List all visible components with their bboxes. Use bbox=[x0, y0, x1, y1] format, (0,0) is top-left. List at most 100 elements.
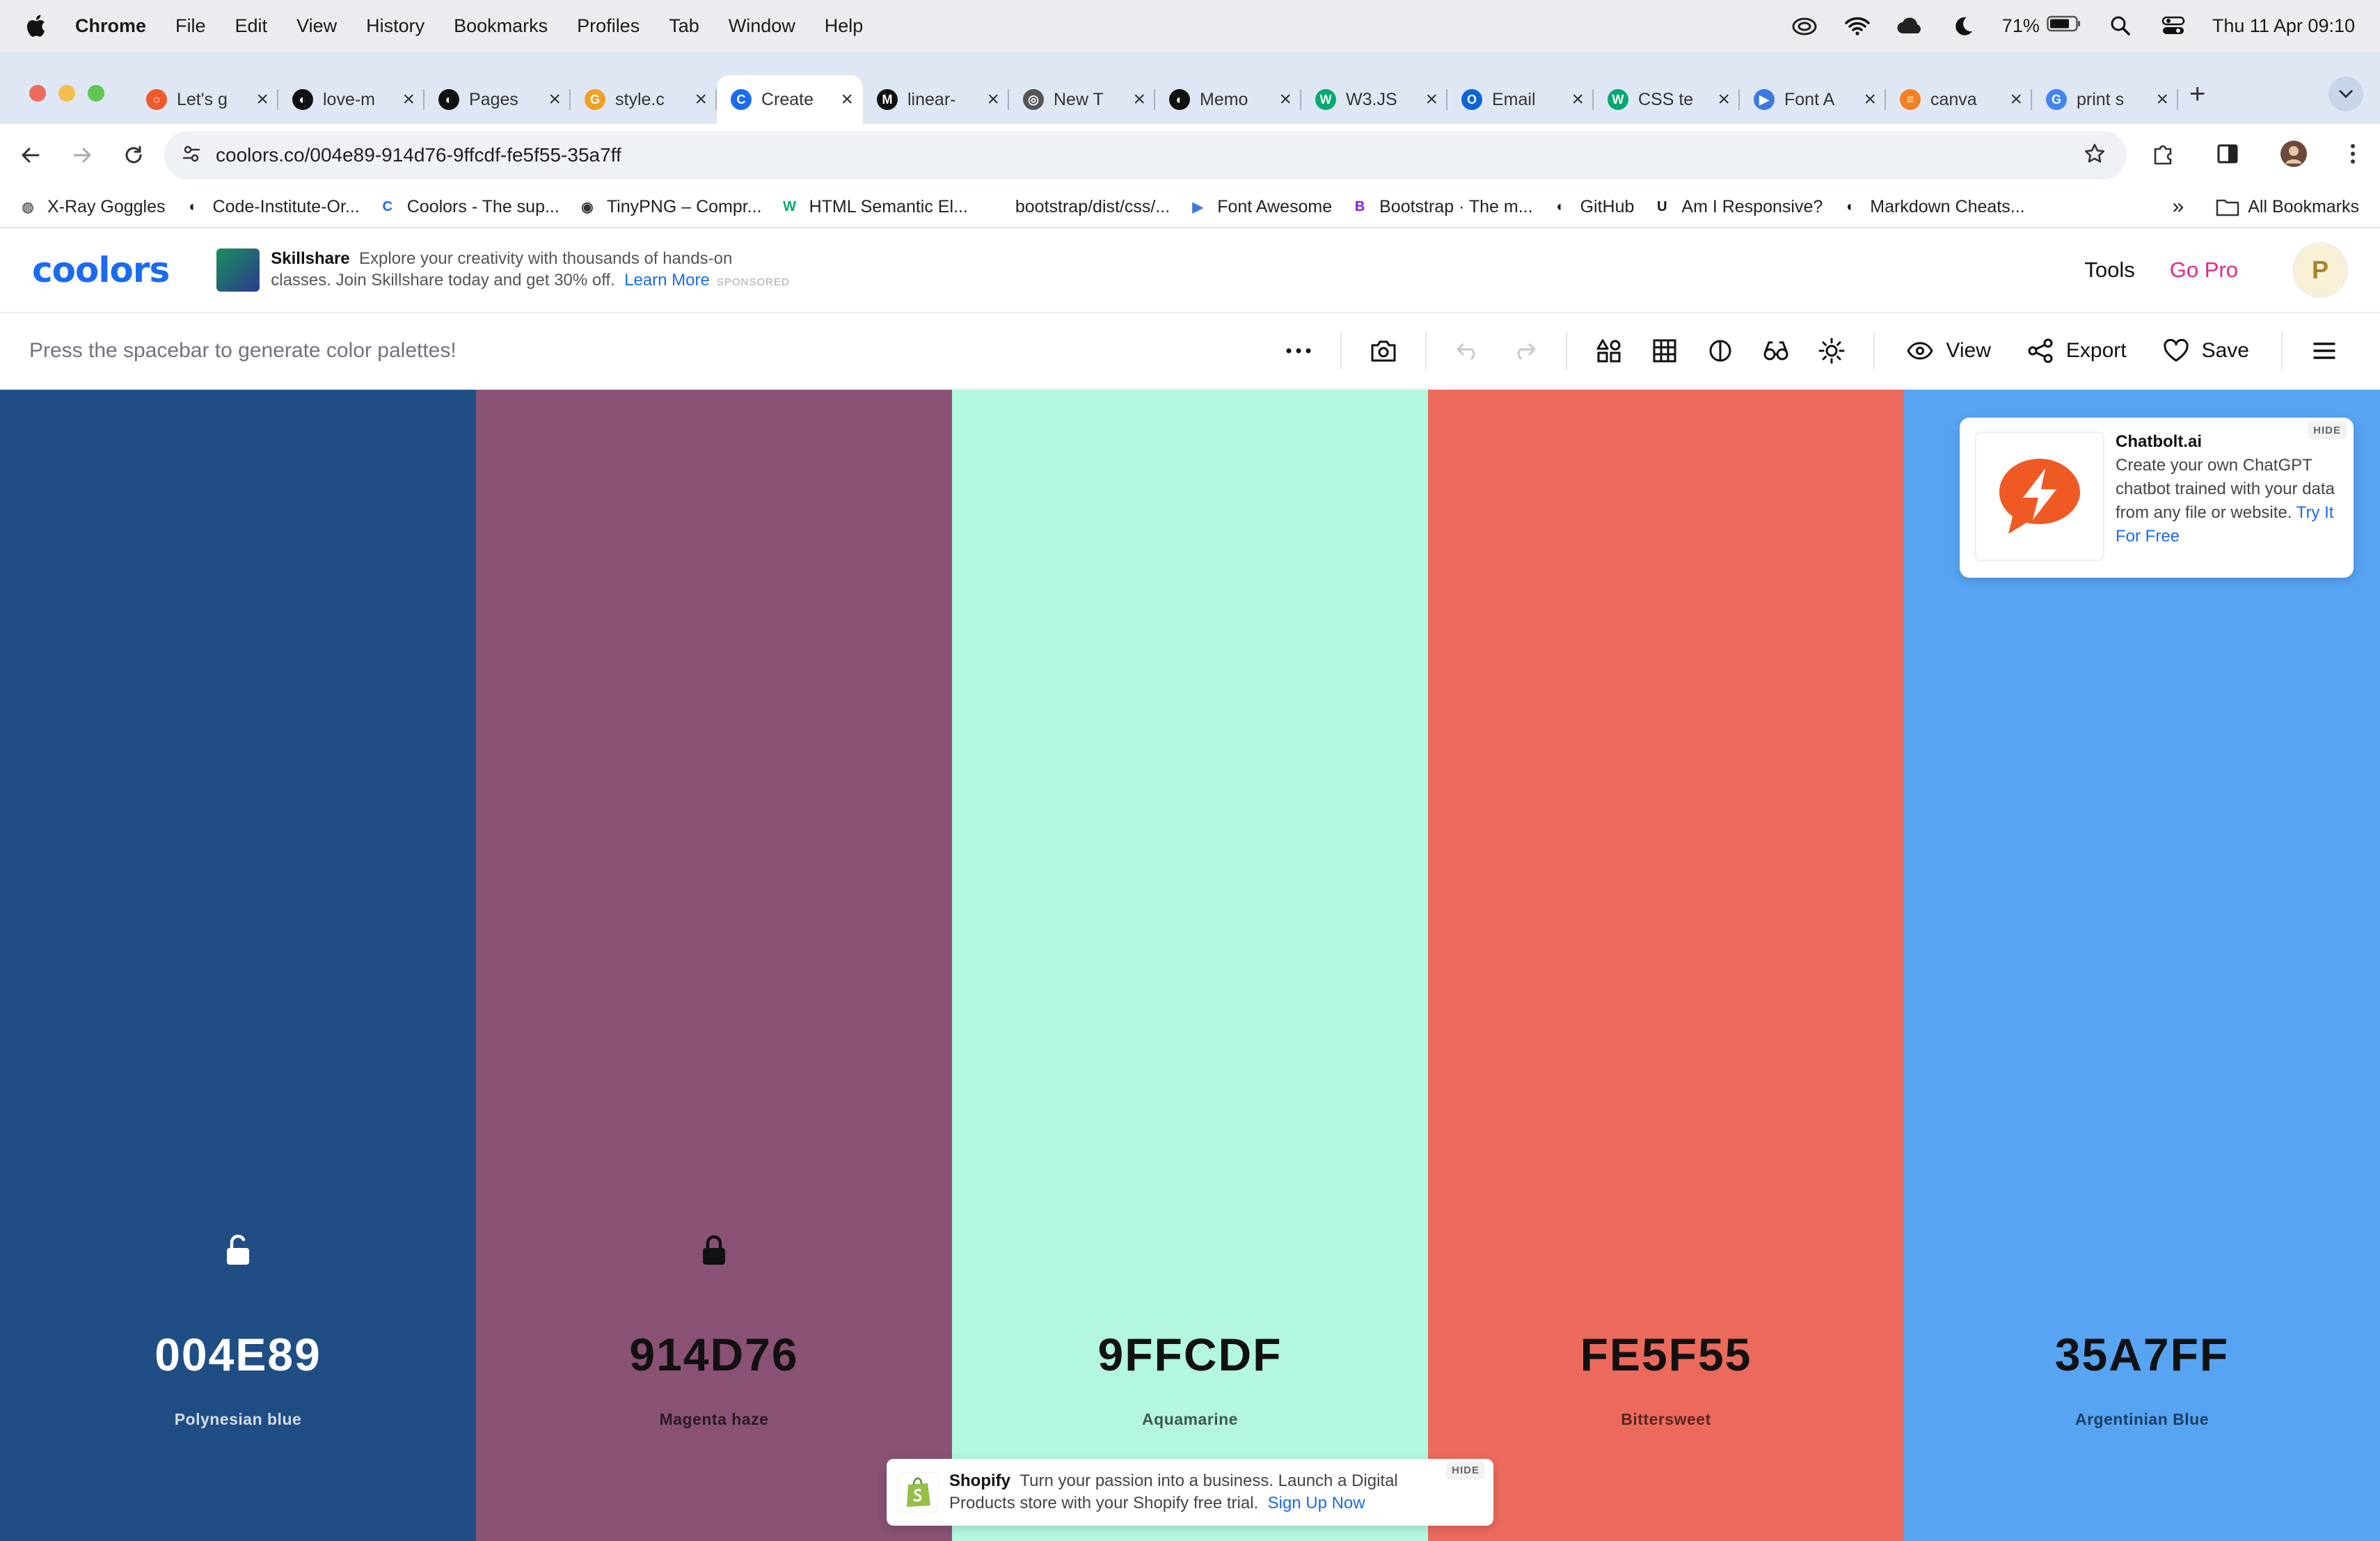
unlock-icon[interactable] bbox=[224, 1234, 252, 1270]
zoom-window-button[interactable] bbox=[88, 85, 104, 102]
chatbolt-hide-button[interactable]: HIDE bbox=[2308, 422, 2347, 439]
chrome-menu-icon[interactable] bbox=[2349, 143, 2356, 168]
bookmark-item[interactable]: ◉ TinyPNG – Compr... bbox=[578, 197, 761, 217]
close-tab-icon[interactable]: × bbox=[1425, 88, 1438, 111]
close-tab-icon[interactable]: × bbox=[256, 88, 269, 111]
ad-learn-more-link[interactable]: Learn More bbox=[624, 271, 710, 290]
close-tab-icon[interactable]: × bbox=[1864, 88, 1876, 111]
sun-icon[interactable] bbox=[1814, 333, 1849, 368]
glasses-icon[interactable] bbox=[1759, 333, 1793, 368]
coolors-logo[interactable]: coolors bbox=[32, 250, 170, 290]
bookmark-item[interactable]: W HTML Semantic El... bbox=[780, 197, 968, 217]
menu-view[interactable]: View bbox=[296, 15, 337, 37]
contrast-icon[interactable] bbox=[1703, 333, 1738, 368]
shapes-icon[interactable] bbox=[1592, 333, 1626, 368]
bookmark-item[interactable]: B Bootstrap · The m... bbox=[1350, 197, 1533, 217]
close-tab-icon[interactable]: × bbox=[1133, 88, 1145, 111]
close-tab-icon[interactable]: × bbox=[548, 88, 561, 111]
close-tab-icon[interactable]: × bbox=[2010, 88, 2022, 111]
color-hex-code[interactable]: 9FFCDF bbox=[952, 1328, 1428, 1381]
menu-bookmarks[interactable]: Bookmarks bbox=[454, 15, 548, 37]
creative-cloud-icon[interactable] bbox=[1791, 12, 1818, 40]
wifi-icon[interactable] bbox=[1843, 12, 1871, 40]
color-swatch[interactable]: FE5F55 Bittersweet bbox=[1428, 390, 1904, 1541]
view-button[interactable]: View bbox=[1907, 339, 1991, 363]
go-pro-link[interactable]: Go Pro bbox=[2170, 258, 2238, 283]
undo-icon[interactable] bbox=[1451, 333, 1486, 368]
apple-icon[interactable] bbox=[25, 14, 53, 38]
export-button[interactable]: Export bbox=[2027, 338, 2127, 364]
lock-icon[interactable] bbox=[700, 1234, 728, 1270]
back-button[interactable] bbox=[10, 134, 51, 176]
color-swatch[interactable]: 914D76 Magenta haze bbox=[476, 390, 952, 1541]
url-text[interactable]: coolors.co/004e89-914d76-9ffcdf-fe5f55-3… bbox=[216, 144, 621, 166]
moon-icon[interactable] bbox=[1949, 12, 1977, 40]
minimize-window-button[interactable] bbox=[58, 85, 75, 102]
menu-help[interactable]: Help bbox=[825, 15, 864, 37]
color-swatch[interactable]: 9FFCDF Aquamarine bbox=[952, 390, 1428, 1541]
hamburger-menu-icon[interactable] bbox=[2307, 333, 2342, 368]
close-tab-icon[interactable]: × bbox=[841, 88, 853, 111]
browser-tab[interactable]: C Create × bbox=[717, 75, 863, 124]
bookmark-item[interactable]: ◐ GitHub bbox=[1551, 197, 1635, 217]
more-options-icon[interactable] bbox=[1281, 333, 1316, 368]
close-tab-icon[interactable]: × bbox=[2156, 88, 2168, 111]
close-tab-icon[interactable]: × bbox=[695, 88, 707, 111]
browser-tab[interactable]: ◐ Memo × bbox=[1155, 75, 1301, 124]
browser-tab[interactable]: W CSS te × bbox=[1594, 75, 1740, 124]
chatbolt-ad[interactable]: Chatbolt.ai Create your own ChatGPT chat… bbox=[1960, 418, 2354, 578]
bookmark-item[interactable]: C Coolors - The sup... bbox=[378, 197, 560, 217]
bookmark-item[interactable]: ▶ Font Awesome bbox=[1188, 197, 1333, 217]
menubar-clock[interactable]: Thu 11 Apr 09:10 bbox=[2212, 15, 2355, 37]
color-hex-code[interactable]: FE5F55 bbox=[1428, 1328, 1904, 1381]
bookmark-item[interactable]: ◐ Code-Institute-Or... bbox=[184, 197, 359, 217]
reload-button[interactable] bbox=[113, 134, 154, 176]
address-bar[interactable]: coolors.co/004e89-914d76-9ffcdf-fe5f55-3… bbox=[164, 131, 2127, 180]
control-center-icon[interactable] bbox=[2159, 12, 2187, 40]
profile-avatar[interactable] bbox=[2280, 140, 2308, 171]
extensions-icon[interactable] bbox=[2152, 142, 2175, 169]
bookmark-item[interactable]: ◐ Markdown Cheats... bbox=[1841, 197, 2024, 217]
camera-icon[interactable] bbox=[1366, 333, 1401, 368]
bookmark-item[interactable]: ◍ X-Ray Goggles bbox=[18, 197, 165, 217]
menu-edit[interactable]: Edit bbox=[235, 15, 268, 37]
save-button[interactable]: Save bbox=[2163, 339, 2249, 363]
side-panel-icon[interactable] bbox=[2217, 144, 2238, 167]
bookmarks-overflow-button[interactable]: » bbox=[2173, 195, 2184, 219]
browser-tab[interactable]: Gstyle.c × bbox=[571, 75, 717, 124]
close-tab-icon[interactable]: × bbox=[1717, 88, 1730, 111]
forward-button[interactable] bbox=[61, 134, 103, 176]
site-info-icon[interactable] bbox=[181, 143, 202, 168]
shopify-hide-button[interactable]: HIDE bbox=[1446, 1462, 1485, 1479]
new-tab-button[interactable]: + bbox=[2189, 79, 2205, 110]
cloud-icon[interactable] bbox=[1896, 12, 1924, 40]
grid-icon[interactable] bbox=[1647, 333, 1682, 368]
browser-tab[interactable]: ◐ love-m × bbox=[278, 75, 425, 124]
menu-app-chrome[interactable]: Chrome bbox=[75, 15, 146, 37]
tools-menu[interactable]: Tools bbox=[2084, 258, 2134, 283]
close-tab-icon[interactable]: × bbox=[1571, 88, 1584, 111]
browser-tab[interactable]: ▶ Font A × bbox=[1740, 75, 1886, 124]
menu-profiles[interactable]: Profiles bbox=[577, 15, 640, 37]
color-hex-code[interactable]: 35A7FF bbox=[1904, 1328, 2380, 1381]
browser-tab[interactable]: Gprint s × bbox=[2032, 75, 2178, 124]
close-tab-icon[interactable]: × bbox=[402, 88, 415, 111]
browser-tab[interactable]: O Email × bbox=[1447, 75, 1594, 124]
battery-icon[interactable] bbox=[2047, 15, 2081, 38]
color-hex-code[interactable]: 914D76 bbox=[476, 1328, 952, 1381]
tab-search-dropdown[interactable] bbox=[2329, 77, 2363, 111]
bookmark-star-icon[interactable] bbox=[2084, 143, 2106, 168]
bookmark-item[interactable]: bootstrap/dist/css/... bbox=[986, 197, 1170, 217]
spotlight-search-icon[interactable] bbox=[2107, 12, 2134, 40]
close-tab-icon[interactable]: × bbox=[1279, 88, 1292, 111]
close-tab-icon[interactable]: × bbox=[987, 88, 999, 111]
close-window-button[interactable] bbox=[29, 85, 46, 102]
redo-icon[interactable] bbox=[1507, 333, 1541, 368]
menu-history[interactable]: History bbox=[366, 15, 425, 37]
menu-file[interactable]: File bbox=[175, 15, 206, 37]
bookmark-item[interactable]: U Am I Responsive? bbox=[1652, 197, 1823, 217]
user-avatar[interactable]: P bbox=[2292, 242, 2348, 298]
shopify-ad[interactable]: Shopify Turn your passion into a busines… bbox=[887, 1459, 1493, 1526]
menu-window[interactable]: Window bbox=[729, 15, 795, 37]
browser-tab[interactable]: ◎ New T × bbox=[1009, 75, 1155, 124]
